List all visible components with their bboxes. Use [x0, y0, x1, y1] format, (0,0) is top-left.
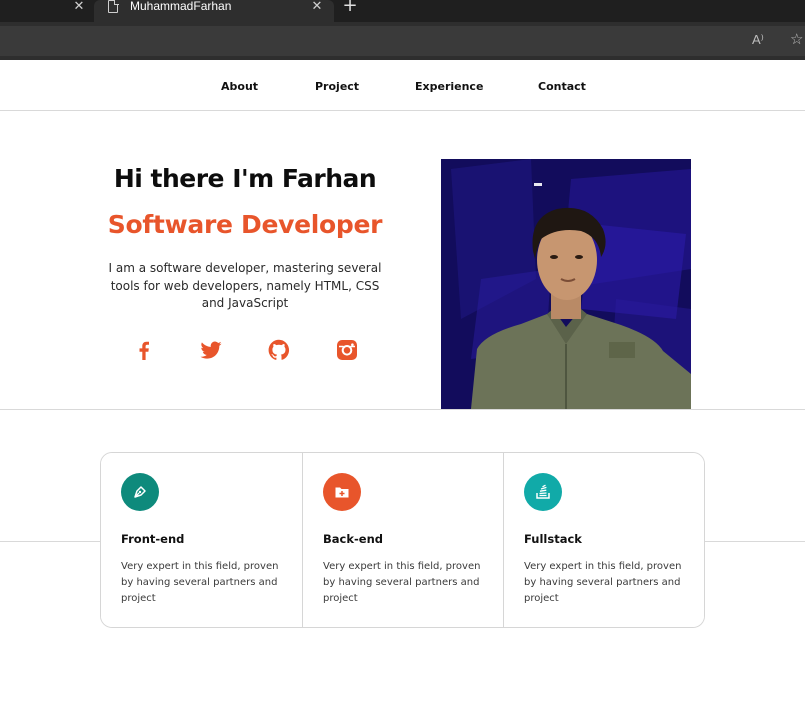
tab-active[interactable]: MuhammadFarhan ✕ [94, 0, 334, 22]
profile-photo [441, 159, 691, 409]
service-description: Very expert in this field, proven by hav… [323, 561, 481, 604]
service-description: Very expert in this field, proven by hav… [524, 561, 682, 604]
folder-plus-icon [323, 473, 361, 511]
github-icon[interactable] [267, 338, 291, 362]
service-card-fullstack: Fullstack Very expert in this field, pro… [503, 453, 704, 627]
pen-nib-icon [121, 473, 159, 511]
twitter-icon[interactable] [199, 338, 223, 362]
hero-title: Hi there I'm Farhan [113, 164, 377, 193]
nav-link-experience[interactable]: Experience [415, 80, 483, 93]
nav-link-project[interactable]: Project [315, 80, 359, 93]
instagram-icon[interactable] [335, 338, 359, 362]
browser-toolbar: A⁾ ☆ [0, 22, 805, 60]
hero-subtitle: Software Developer [107, 210, 383, 239]
top-navigation: About Project Experience Contact [0, 60, 805, 111]
read-aloud-icon[interactable]: A⁾ [752, 32, 764, 48]
browser-tab-bar: ✕ MuhammadFarhan ✕ + [0, 0, 805, 22]
service-card-front-end: Front-end Very expert in this field, pro… [101, 453, 302, 627]
stack-icon [524, 473, 562, 511]
nav-link-contact[interactable]: Contact [538, 80, 586, 93]
section-divider [0, 409, 805, 410]
facebook-icon[interactable] [132, 338, 156, 362]
services-cards: Front-end Very expert in this field, pro… [100, 452, 705, 628]
favorite-star-icon[interactable]: ☆ [790, 30, 803, 48]
service-title: Front-end [121, 532, 185, 546]
nav-link-about[interactable]: About [221, 80, 258, 93]
tab-title: MuhammadFarhan [130, 0, 232, 13]
page-favicon-icon [108, 0, 119, 13]
service-title: Fullstack [524, 532, 582, 546]
portfolio-page: About Project Experience Contact Hi ther… [0, 60, 805, 713]
address-bar[interactable] [0, 26, 805, 56]
hero-description: I am a software developer, mastering sev… [108, 261, 382, 310]
previous-tab-close-icon[interactable]: ✕ [70, 0, 88, 20]
new-tab-button[interactable]: + [340, 0, 360, 16]
service-title: Back-end [323, 532, 383, 546]
service-description: Very expert in this field, proven by hav… [121, 561, 279, 604]
service-card-back-end: Back-end Very expert in this field, prov… [302, 453, 503, 627]
tab-close-icon[interactable]: ✕ [308, 0, 326, 18]
